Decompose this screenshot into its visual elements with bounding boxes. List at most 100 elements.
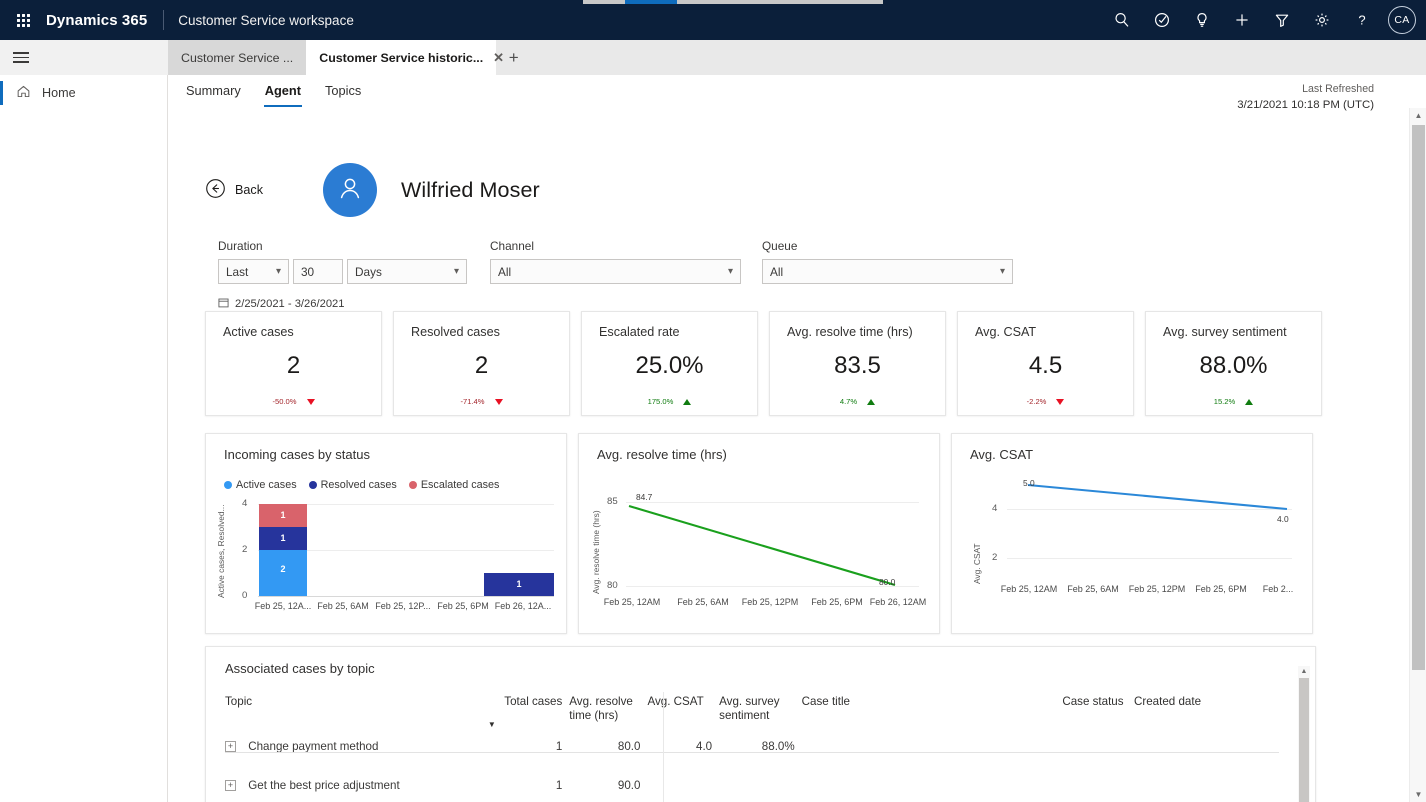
kpi-title: Avg. resolve time (hrs) [787,325,913,339]
hamburger-icon[interactable] [0,40,168,75]
expand-plus-icon[interactable]: + [225,741,236,753]
new-tab-button[interactable]: + [496,40,531,75]
page-scrollbar[interactable]: ▲ ▼ [1409,108,1426,802]
help-icon[interactable]: ? [1342,0,1382,40]
cell-case-status [1062,766,1134,802]
date-range: 2/25/2021 - 3/26/2021 [218,297,344,311]
trend-up-icon [683,398,692,405]
filter-icon[interactable] [1262,0,1302,40]
back-button[interactable]: Back [205,178,263,202]
avatar[interactable]: CA [1388,6,1416,34]
cell-avg-resolve-time: 80.0 [617,739,641,753]
table-scrollbar-thumb[interactable] [1299,678,1309,802]
header-actions: ? CA [1102,0,1426,40]
channel-select[interactable]: All ▾ [490,259,741,284]
bar-resolved-cases[interactable]: 1 [484,573,554,596]
app-launcher-icon[interactable] [0,13,46,27]
kpi-delta-value: 4.7% [839,397,858,406]
column-header-avg-survey-sentiment[interactable]: Avg. survey sentiment [719,692,802,727]
search-icon[interactable] [1102,0,1142,40]
main-content: Summary Agent Topics Last Refreshed 3/21… [168,75,1426,802]
chart-card-avg-resolve-time[interactable]: Avg. resolve time (hrs) Avg. resolve tim… [578,433,940,634]
table-row[interactable]: + Change payment method 1 80.0 4.0 88.0% [225,727,1297,766]
kpi-value: 25.0% [635,352,704,379]
column-label: Avg. resolve time (hrs) [569,695,633,723]
kpi-value: 88.0% [1199,352,1268,379]
bar-escalated-cases[interactable]: 1 [259,504,307,527]
queue-select[interactable]: All ▾ [762,259,1013,284]
table-title: Associated cases by topic [225,661,375,676]
chevron-down-icon: ▾ [727,265,733,277]
trend-up-icon [867,398,876,405]
scroll-up-icon[interactable]: ▲ [1298,666,1310,677]
plus-icon[interactable] [1222,0,1262,40]
legend-swatch-icon [408,481,417,489]
x-tick-label: Feb 25, 12P... [375,601,431,611]
column-header-case-status[interactable]: Case status [1062,692,1134,727]
kpi-card-resolved-cases[interactable]: Resolved cases 2 -71.4% [393,311,570,416]
tab-agent[interactable]: Agent [263,75,303,107]
bar-value-label: 1 [516,579,522,589]
column-header-avg-csat[interactable]: Avg. CSAT [647,692,719,727]
kpi-row: Active cases 2 -50.0% Resolved cases 2 -… [205,311,1322,416]
column-header-avg-resolve-time[interactable]: Avg. resolve time (hrs) [569,692,647,727]
expand-plus-icon[interactable]: + [225,780,236,792]
kpi-card-avg-survey-sentiment[interactable]: Avg. survey sentiment 88.0% 15.2% [1145,311,1322,416]
column-header-topic[interactable]: Topic [225,692,488,727]
duration-amount-value: 30 [301,264,315,279]
x-tick-label: Feb 25, 12AM [1000,584,1058,594]
sidebar-item-home[interactable]: Home [0,75,167,111]
tab-customer-service-historical[interactable]: Customer Service historic... ✕ [306,40,504,75]
gear-icon[interactable] [1302,0,1342,40]
bar-value-label: 1 [280,533,286,543]
chart-card-incoming-cases-by-status[interactable]: Incoming cases by status Active cases Re… [205,433,567,634]
table-row[interactable]: + Get the best price adjustment 1 90.0 [225,766,1297,802]
x-tick-label: Feb 26, 12A... [494,601,552,611]
page-loading-bar-fill [625,0,677,4]
tab-summary[interactable]: Summary [185,75,242,107]
legend-item-active-cases[interactable]: Active cases [224,479,297,491]
bar-resolved-cases[interactable]: 1 [259,527,307,550]
queue-value: All [770,264,784,279]
column-header-total-cases[interactable]: Total cases ▼ [488,692,569,729]
legend-item-resolved-cases[interactable]: Resolved cases [308,479,397,491]
kpi-card-escalated-rate[interactable]: Escalated rate 25.0% 175.0% [581,311,758,416]
column-header-created-date[interactable]: Created date [1134,692,1297,727]
scroll-up-icon[interactable]: ▲ [1410,108,1426,123]
page-scrollbar-thumb[interactable] [1412,125,1425,670]
app-name: Customer Service workspace [178,12,354,28]
duration-unit-select[interactable]: Days ▾ [347,259,467,284]
kpi-card-avg-resolve-time[interactable]: Avg. resolve time (hrs) 83.5 4.7% [769,311,946,416]
dashboard-scroll-pane: Back Wilfried Moser Duration Last ▾ 30 D… [168,108,1405,802]
cell-case-status [1062,727,1134,766]
bar-active-cases[interactable]: 2 [259,550,307,596]
chart-card-avg-csat[interactable]: Avg. CSAT Avg. CSAT 4 2 5.0 4.0 Feb 25, … [951,433,1313,634]
duration-label: Duration [218,239,263,253]
csat-line [1027,483,1288,511]
home-icon [16,84,31,102]
dashboard-tabs: Summary Agent Topics [168,75,362,108]
x-tick-label: Feb 25, 6PM [437,601,489,611]
scroll-down-icon[interactable]: ▼ [1410,787,1426,802]
chevron-down-icon: ▾ [275,265,281,277]
x-tick-label: Feb 25, 6PM [811,597,863,607]
lightbulb-icon[interactable] [1182,0,1222,40]
tab-customer-service[interactable]: Customer Service ... [168,40,307,75]
kpi-card-avg-csat[interactable]: Avg. CSAT 4.5 -2.2% [957,311,1134,416]
legend-item-escalated-cases[interactable]: Escalated cases [408,479,499,491]
kpi-delta: -71.4% [394,397,569,406]
kpi-value: 2 [474,352,489,379]
duration-mode-select[interactable]: Last ▾ [218,259,289,284]
trend-down-icon [1056,398,1065,405]
associated-cases-table-card: Associated cases by topic Topic Total ca… [205,646,1316,802]
tab-topics[interactable]: Topics [324,75,362,107]
agent-name: Wilfried Moser [401,177,540,202]
assistant-icon[interactable] [1142,0,1182,40]
duration-amount-input[interactable]: 30 [293,259,343,284]
kpi-title: Resolved cases [411,325,500,339]
cell-created-date [1134,766,1297,802]
kpi-card-active-cases[interactable]: Active cases 2 -50.0% [205,311,382,416]
table-scrollbar[interactable]: ▲ ▼ [1298,666,1310,802]
kpi-value: 4.5 [1028,352,1063,379]
column-header-case-title[interactable]: Case title [802,692,1063,727]
